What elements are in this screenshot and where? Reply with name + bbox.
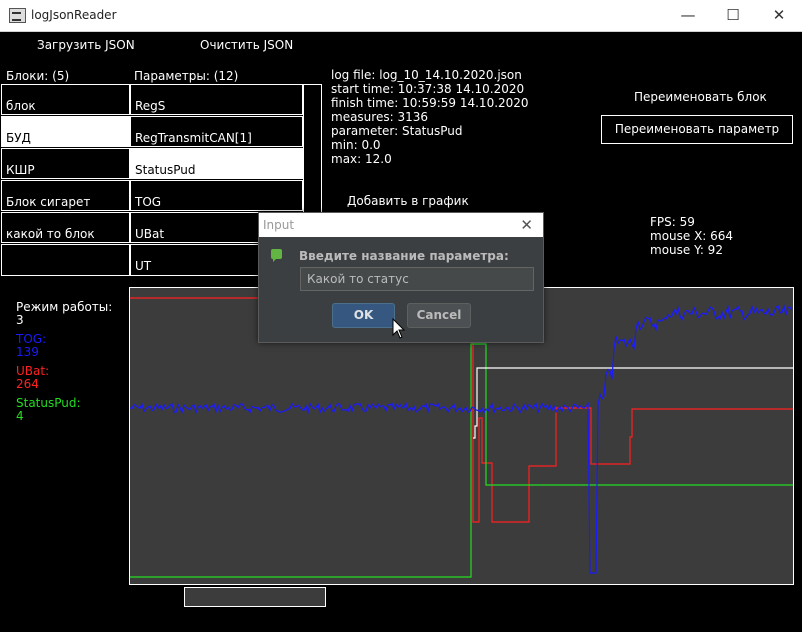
question-icon — [271, 249, 282, 262]
info-start-time: start time: 10:37:38 14.10.2020 — [331, 82, 525, 96]
mouse-y-readout: mouse Y: 92 — [650, 243, 723, 257]
legend-tog-value: 139 — [16, 345, 39, 359]
legend-mode-name: Режим работы: — [16, 300, 113, 314]
dialog-prompt: Введите название параметра: — [299, 249, 509, 263]
legend-statuspud-name: StatusPud: — [16, 396, 81, 410]
param-name-input[interactable] — [300, 267, 534, 291]
params-header: Параметры: (12) — [134, 69, 239, 83]
legend-ubat-value: 264 — [16, 377, 39, 391]
dialog-title: Input — [263, 218, 295, 232]
legend-mode-value: 3 — [16, 313, 24, 327]
dialog-title-bar: Input ✕ — [259, 213, 543, 237]
fps-readout: FPS: 59 — [650, 215, 695, 229]
blocks-header: Блоки: (5) — [6, 69, 70, 83]
cancel-button[interactable]: Cancel — [407, 303, 471, 328]
app-icon — [9, 8, 26, 23]
block-item[interactable]: блок — [1, 84, 130, 115]
block-item[interactable]: КШР — [1, 148, 130, 179]
clear-json-button[interactable]: Очистить JSON — [200, 38, 293, 52]
window-title: logJsonReader — [31, 8, 117, 22]
info-max: max: 12.0 — [331, 152, 392, 166]
block-item-selected[interactable]: БУД — [1, 116, 130, 147]
close-button[interactable]: ✕ — [756, 0, 802, 31]
ok-button[interactable]: OK — [332, 303, 395, 328]
minimize-button[interactable]: — — [665, 0, 711, 31]
title-bar: logJsonReader — ☐ ✕ — [0, 0, 802, 32]
series-statuspud-line — [130, 343, 793, 578]
block-item[interactable]: какой то блок — [1, 212, 130, 243]
block-item[interactable] — [1, 244, 130, 276]
series-mode-line — [473, 367, 793, 439]
info-log-file: log file: log_10_14.10.2020.json — [331, 68, 522, 82]
load-json-button[interactable]: Загрузить JSON — [37, 38, 135, 52]
dialog-close-icon[interactable]: ✕ — [520, 216, 533, 234]
info-parameter: parameter: StatusPud — [331, 124, 463, 138]
mouse-x-readout: mouse X: 664 — [650, 229, 734, 243]
add-to-graph-button[interactable]: Добавить в график — [347, 194, 469, 208]
info-min: min: 0.0 — [331, 138, 381, 152]
mouse-cursor-icon — [392, 318, 406, 339]
series-tog-line — [130, 303, 793, 574]
block-item[interactable]: Блок сигарет — [1, 180, 130, 211]
info-measures: measures: 3136 — [331, 110, 428, 124]
param-item[interactable]: RegS — [130, 84, 303, 115]
param-item-selected[interactable]: StatusPud — [130, 148, 303, 179]
rename-block-button[interactable]: Переименовать блок — [634, 90, 767, 104]
info-finish-time: finish time: 10:59:59 14.10.2020 — [331, 96, 529, 110]
rename-param-button[interactable]: Переименовать параметр — [601, 115, 793, 144]
graph-scrollbar[interactable] — [184, 587, 326, 607]
maximize-button[interactable]: ☐ — [710, 0, 756, 31]
legend-statuspud-value: 4 — [16, 409, 24, 423]
param-item[interactable]: RegTransmitCAN[1] — [130, 116, 303, 147]
param-item[interactable]: TOG — [130, 180, 303, 211]
